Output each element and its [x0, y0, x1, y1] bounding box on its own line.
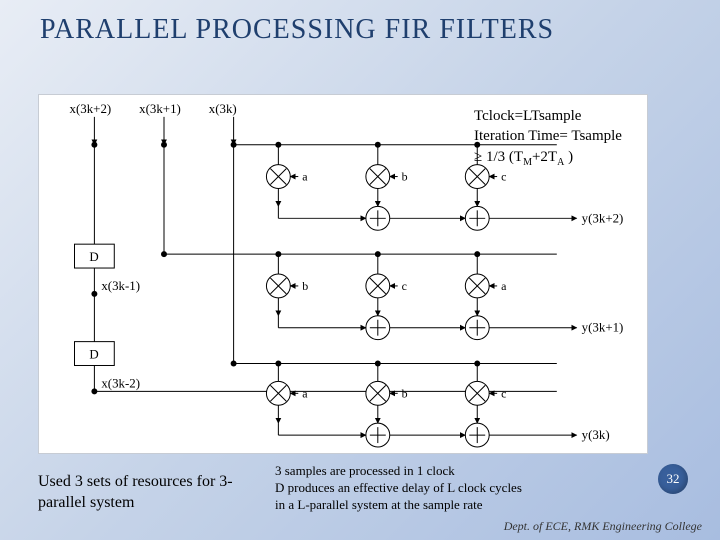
- multiplier-icon: [366, 274, 390, 298]
- delay-label: D: [89, 347, 98, 362]
- coef-label: a: [302, 170, 308, 184]
- multiplier-icon: [366, 165, 390, 189]
- delay-label: D: [89, 249, 98, 264]
- adder-icon: [366, 206, 390, 230]
- delay-output-label: x(3k-1): [101, 278, 140, 293]
- coef-label: b: [402, 170, 408, 184]
- coef-label: b: [302, 279, 308, 293]
- delay-output-label: x(3k-2): [101, 375, 140, 390]
- output-label: y(3k+1): [582, 320, 624, 335]
- eq-line2: Iteration Time= Tsample ≥ 1/3 (TM+2TA ): [474, 126, 684, 169]
- adder-icon: [465, 206, 489, 230]
- coef-label: a: [501, 279, 507, 293]
- caption-explanation: 3 samples are processed in 1 clock D pro…: [275, 463, 605, 514]
- multiplier-icon: [465, 381, 489, 405]
- coef-label: c: [501, 170, 506, 184]
- output-label: y(3k+2): [582, 210, 624, 225]
- coef-label: c: [402, 279, 407, 293]
- caption-resources: Used 3 sets of resources for 3-parallel …: [38, 472, 258, 514]
- input-label: x(3k): [209, 101, 237, 116]
- coef-label: c: [501, 386, 506, 400]
- input-label: x(3k+2): [70, 101, 112, 116]
- page-title: PARALLEL PROCESSING FIR FILTERS: [0, 0, 720, 46]
- multiplier-icon: [266, 165, 290, 189]
- coef-label: a: [302, 386, 308, 400]
- multiplier-icon: [266, 274, 290, 298]
- page-number-badge: 32: [658, 464, 688, 494]
- adder-icon: [366, 423, 390, 447]
- input-label: x(3k+1): [139, 101, 181, 116]
- adder-icon: [366, 316, 390, 340]
- timing-equations: Tclock=LTsample Iteration Time= Tsample …: [474, 106, 684, 169]
- multiplier-icon: [366, 381, 390, 405]
- adder-icon: [465, 316, 489, 340]
- coef-label: b: [402, 386, 408, 400]
- multiplier-icon: [465, 274, 489, 298]
- output-label: y(3k): [582, 427, 610, 442]
- multiplier-icon: [266, 381, 290, 405]
- footer-credit: Dept. of ECE, RMK Engineering College: [504, 519, 702, 534]
- adder-icon: [465, 423, 489, 447]
- eq-line1: Tclock=LTsample: [474, 106, 684, 126]
